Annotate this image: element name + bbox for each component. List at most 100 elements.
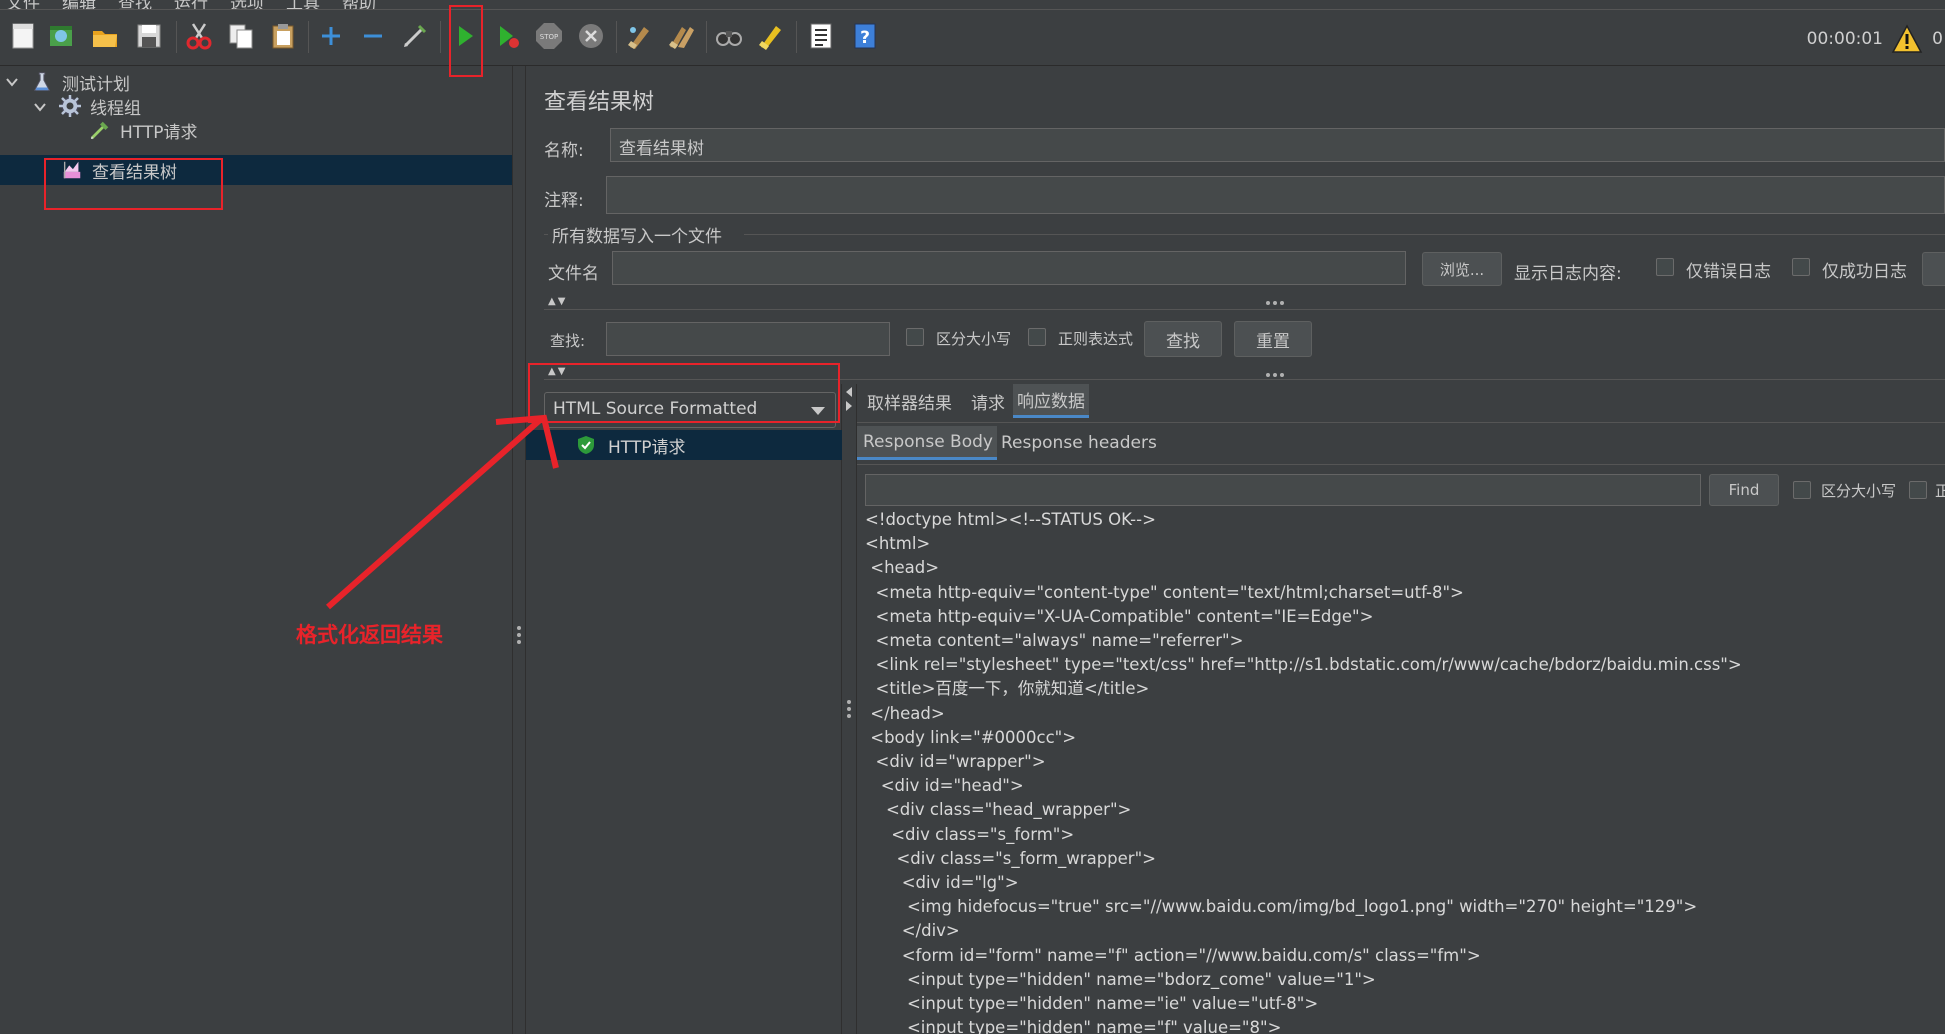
clear-all-icon[interactable]	[664, 19, 698, 53]
regex-checkbox[interactable]	[1028, 328, 1046, 346]
open-icon[interactable]	[88, 19, 122, 53]
response-body-line: <form id="form" name="f" action="//www.b…	[865, 945, 1481, 965]
case-sensitive-checkbox[interactable]	[906, 328, 924, 346]
menu-help[interactable]: 帮助	[342, 0, 376, 9]
menu-edit[interactable]: 编辑	[62, 0, 96, 9]
section-border	[744, 234, 1945, 235]
menu-file[interactable]: 文件	[6, 0, 40, 9]
response-case-checkbox[interactable]	[1793, 481, 1811, 499]
errors-only-checkbox[interactable]	[1656, 258, 1674, 276]
expand-icon[interactable]	[314, 19, 348, 53]
sample-row[interactable]: HTTP请求	[526, 430, 842, 460]
comment-field[interactable]	[606, 176, 1945, 214]
tree-splitter[interactable]	[512, 66, 526, 1034]
divider-grip	[1266, 301, 1284, 305]
http-sampler-icon	[88, 118, 112, 142]
response-body-line: </head>	[865, 703, 945, 723]
toolbar-separator	[308, 21, 309, 53]
copy-icon[interactable]	[224, 19, 258, 53]
function-helper-icon[interactable]	[804, 19, 838, 53]
comment-label: 注释:	[544, 191, 584, 211]
sample-label: HTTP请求	[608, 437, 686, 458]
response-body-line: <div class="s_form_wrapper">	[865, 848, 1156, 868]
templates-icon[interactable]	[44, 19, 78, 53]
splitter-grip	[517, 626, 521, 647]
toggle-icon[interactable]	[398, 19, 432, 53]
name-field[interactable]: 查看结果树	[610, 128, 1945, 162]
file-name-field[interactable]	[612, 251, 1406, 285]
tree-node-label: 测试计划	[62, 74, 130, 95]
menu-tools[interactable]: 工具	[286, 0, 320, 9]
test-plan-tree: 测试计划 线程组 HTTP请求 查看结果树	[0, 66, 512, 1034]
response-body-line: <img hidefocus="true" src="//www.baidu.c…	[865, 897, 1698, 917]
collapse-icon[interactable]	[356, 19, 390, 53]
elapsed-timer: 00:00:01	[1806, 29, 1883, 49]
menu-search[interactable]: 查找	[118, 0, 152, 9]
help-icon[interactable]: ?	[848, 19, 882, 53]
divider	[857, 464, 1945, 465]
subtab-response-body[interactable]: Response Body	[857, 426, 997, 460]
warning-icon[interactable]	[1891, 23, 1923, 55]
response-body-line: <link rel="stylesheet" type="text/css" h…	[865, 655, 1742, 675]
tab-sampler-result[interactable]: 取样器结果	[863, 384, 956, 418]
svg-text:STOP: STOP	[540, 33, 558, 41]
collapse-arrows[interactable]: ▲▼	[548, 296, 567, 307]
response-body-line: <input type="hidden" name="f" value="8">	[865, 1018, 1282, 1034]
configure-button[interactable]	[1922, 252, 1945, 286]
annotation-box-results-tree	[44, 158, 223, 210]
toolbar: STOP ? 00:00:01 0	[0, 11, 1945, 66]
menu-bar: 文件 编辑 查找 运行 选项 工具 帮助	[0, 0, 1945, 10]
toolbar-separator	[616, 21, 617, 53]
new-icon[interactable]	[6, 19, 40, 53]
tab-response-data[interactable]: 响应数据	[1013, 384, 1089, 418]
response-body-line: <meta http-equiv="content-type" content=…	[865, 582, 1464, 602]
reset-search-icon[interactable]	[754, 19, 788, 53]
response-body-line: <input type="hidden" name="ie" value="ut…	[865, 994, 1319, 1014]
success-shield-icon	[578, 436, 594, 454]
response-body-line: <input type="hidden" name="bdorz_come" v…	[865, 969, 1376, 989]
file-label: 文件名	[548, 264, 599, 284]
result-detail-pane: 取样器结果 请求 响应数据 Response Body Response hea…	[856, 384, 1945, 1034]
chevron-down-icon[interactable]	[32, 99, 48, 115]
start-no-pause-icon[interactable]	[490, 19, 524, 53]
stop-icon[interactable]: STOP	[532, 19, 566, 53]
response-find-button[interactable]: Find	[1709, 474, 1779, 506]
find-button[interactable]: 查找	[1144, 321, 1222, 357]
annotation-box-start	[449, 5, 483, 77]
search-label: 查找:	[550, 332, 586, 350]
divider	[544, 309, 1945, 310]
response-body-line: <div id="head">	[865, 776, 1024, 796]
results-splitter[interactable]	[842, 384, 856, 1034]
save-icon[interactable]	[132, 19, 166, 53]
browse-button[interactable]: 浏览...	[1422, 252, 1502, 286]
response-body-line: <meta content="always" name="referrer">	[865, 631, 1244, 651]
search-input[interactable]	[606, 322, 890, 356]
success-only-checkbox[interactable]	[1792, 258, 1810, 276]
name-label: 名称:	[544, 141, 584, 161]
splitter-arrows-icon[interactable]	[845, 384, 853, 414]
subtab-response-headers[interactable]: Response headers	[997, 426, 1161, 460]
response-find-input[interactable]	[865, 474, 1701, 506]
tree-node-http-request[interactable]: HTTP请求	[88, 116, 198, 144]
cut-icon[interactable]	[182, 19, 216, 53]
toolbar-separator	[796, 21, 797, 53]
svg-text:?: ?	[860, 28, 870, 48]
response-body-text[interactable]: <!doctype html><!--STATUS OK--> <html> <h…	[865, 508, 1935, 1034]
response-regex-checkbox[interactable]	[1909, 481, 1927, 499]
paste-icon[interactable]	[266, 19, 300, 53]
chevron-down-icon[interactable]	[4, 74, 20, 90]
search-icon[interactable]	[712, 19, 746, 53]
response-regex-label: 正	[1935, 482, 1945, 500]
test-plan-icon	[30, 70, 54, 94]
clear-icon[interactable]	[622, 19, 656, 53]
section-border	[544, 234, 548, 235]
tab-request[interactable]: 请求	[967, 384, 1009, 418]
toolbar-separator	[176, 21, 177, 53]
menu-run[interactable]: 运行	[174, 0, 208, 9]
reset-button[interactable]: 重置	[1234, 321, 1312, 357]
menu-options[interactable]: 选项	[230, 0, 264, 9]
response-body-line: <div class="head_wrapper">	[865, 800, 1132, 820]
response-body-line: <div id="wrapper">	[865, 752, 1046, 772]
shutdown-icon[interactable]	[574, 19, 608, 53]
splitter-grip	[847, 700, 851, 721]
